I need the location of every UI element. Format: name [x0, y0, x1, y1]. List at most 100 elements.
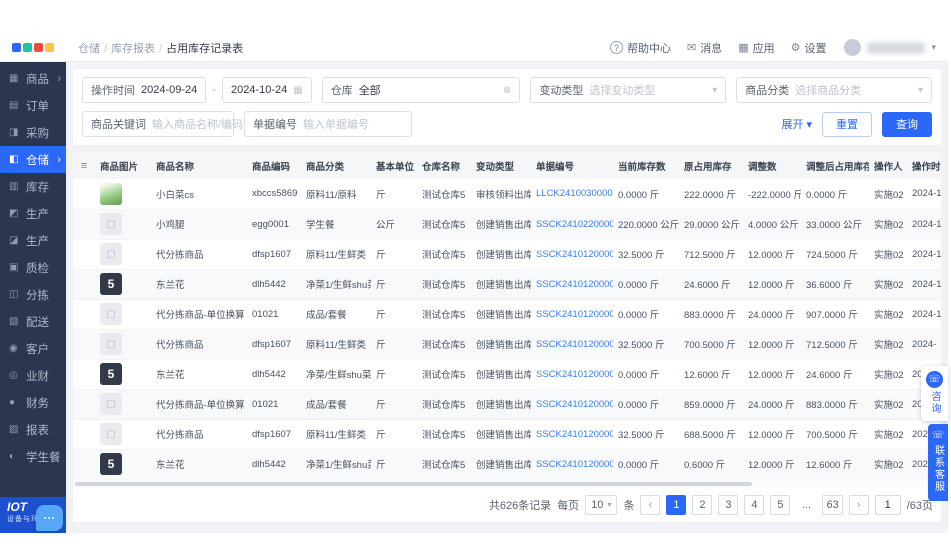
- expand-link[interactable]: 展开 ▾: [781, 116, 812, 132]
- next-page-button[interactable]: ›: [848, 494, 869, 515]
- cell-name: 东兰花: [156, 370, 185, 381]
- column-header: 原占用库存: [679, 152, 743, 179]
- menu-icon: ◎: [9, 370, 18, 381]
- page-jump-input[interactable]: [874, 494, 901, 515]
- breadcrumb-item[interactable]: 仓储: [78, 40, 100, 56]
- cell-change: 创建销售出库: [476, 250, 531, 261]
- category-select[interactable]: 商品分类 选择商品分类 ▾: [736, 77, 932, 103]
- cell-current: 0.0000 斤: [618, 189, 660, 201]
- sidebar-item-11[interactable]: ◉ 客户: [0, 335, 66, 362]
- sidebar-item-10[interactable]: ▧ 配送: [0, 308, 66, 335]
- sidebar-item-label: 业财: [26, 370, 49, 383]
- cell-adjust: 4.0000 公斤: [748, 220, 799, 231]
- doc-number-link[interactable]: SSCK24101200002: [536, 369, 613, 380]
- sidebar-item-1[interactable]: ▦ 商品 ›: [0, 65, 66, 92]
- per-page-select[interactable]: 10 ▾: [585, 494, 618, 515]
- contact-service-widget[interactable]: ☏ 联系客服: [928, 424, 948, 501]
- help-button[interactable]: ? 帮助中心: [609, 40, 671, 56]
- prev-page-button[interactable]: ‹: [640, 494, 661, 515]
- cell-category: 原料11/生鲜类: [306, 250, 367, 261]
- cell-unit: 斤: [376, 460, 386, 471]
- column-header: 商品图片: [95, 152, 151, 179]
- page-button-3[interactable]: 3: [718, 494, 739, 515]
- doc-number-link[interactable]: SSCK24102200001: [536, 219, 613, 230]
- sidebar-item-4[interactable]: ◧ 仓储 ›: [0, 146, 66, 173]
- keyword-input[interactable]: 商品关键词 输入商品名称/编码: [82, 111, 243, 137]
- per-page-label: 每页: [557, 499, 580, 512]
- settings-label: 设置: [804, 42, 827, 55]
- consult-widget[interactable]: ☏ 咨询: [921, 366, 948, 421]
- cell-name: 代分拣商品: [156, 250, 204, 261]
- chat-bubble[interactable]: ···: [36, 505, 63, 531]
- page-button-4[interactable]: 4: [744, 494, 765, 515]
- sidebar-item-8[interactable]: ▣ 质检: [0, 254, 66, 281]
- doc-number-link[interactable]: SSCK24101200003: [536, 309, 613, 320]
- cell-category: 原料11/生鲜类: [306, 430, 367, 441]
- reset-button[interactable]: 重置: [822, 111, 872, 137]
- doc-number-link[interactable]: SSCK24101200001: [536, 459, 613, 470]
- messages-button[interactable]: ✉ 消息: [687, 40, 722, 56]
- warehouse-label: 仓库: [330, 85, 353, 97]
- cell-adjust: 12.0000 斤: [748, 370, 795, 381]
- table-row: 5 东兰花 dlh5442 净菜1/生鲜shu菜类... 斤 测试仓库5 创建销售出库 SSC…: [73, 449, 941, 479]
- sidebar-item-7[interactable]: ◪ 生产: [0, 227, 66, 254]
- column-settings-icon[interactable]: ≡: [81, 160, 87, 172]
- doc-number-link[interactable]: SSCK24101200001: [536, 429, 613, 440]
- cell-unit: 斤: [376, 430, 386, 441]
- doc-number-link[interactable]: SSCK24101200004: [536, 249, 613, 260]
- cell-original: 688.5000 斤: [684, 430, 736, 441]
- scrollbar-thumb[interactable]: [75, 481, 753, 486]
- sidebar-item-2[interactable]: ▤ 订单: [0, 92, 66, 119]
- sidebar-item-9[interactable]: ◫ 分拣: [0, 281, 66, 308]
- doc-number-link[interactable]: SSCK24101200002: [536, 399, 613, 410]
- column-header: 单据编号: [531, 152, 613, 179]
- warehouse-select[interactable]: 仓库 全部 ⊗: [321, 77, 521, 103]
- cell-name: 东兰花: [156, 280, 185, 291]
- cell-adjust: 12.0000 斤: [748, 340, 795, 351]
- cell-after: 12.6000 斤: [806, 460, 853, 471]
- cell-warehouse: 测试仓库5: [422, 340, 466, 351]
- cell-after: 883.0000 斤: [806, 400, 858, 411]
- cell-category: 原料11/生鲜类: [306, 340, 367, 351]
- table-row: ▢ 代分拣商品 dfsp1607 原料11/生鲜类斤 测试仓库5 创建销售出库 SSCK24…: [73, 329, 941, 359]
- user-menu[interactable]: ▾: [844, 39, 936, 56]
- doc-number-link[interactable]: LLCK24100300001: [536, 188, 613, 199]
- apps-button[interactable]: ▦ 应用: [738, 40, 774, 56]
- date-to-input[interactable]: 2024-10-24 ▦: [221, 77, 312, 103]
- sidebar-item-13[interactable]: ● 财务: [0, 389, 66, 416]
- page-button-1[interactable]: 1: [666, 494, 687, 515]
- page-button-2[interactable]: 2: [692, 494, 713, 515]
- table-row: ▢ 小鸡腿 egg0001 学生餐 公斤 测试仓库5 创建销售出库 SSCK241022000…: [73, 209, 941, 239]
- clear-icon[interactable]: ⊗: [503, 85, 511, 96]
- search-button[interactable]: 查询: [882, 111, 932, 137]
- change-type-select[interactable]: 变动类型 选择变动类型 ▾: [530, 77, 727, 103]
- page-button-63[interactable]: 63: [822, 494, 843, 515]
- cell-unit: 斤: [376, 340, 386, 351]
- breadcrumb-item[interactable]: 库存报表: [104, 40, 155, 56]
- body: ▦ 商品 › ▤ 订单 ◨ 采购 ◧ 仓储 › ▥ 库存 ◩ 生产 ◪ 生产 ▣ 质检 ◫ 分拣 ▧ 配送 ◉ 客户 ◎ 业财 ● 财…: [0, 62, 948, 533]
- doc-number-link[interactable]: SSCK24101200003: [536, 339, 613, 350]
- cell-name: 小白菜cs: [156, 189, 195, 201]
- service-label: 联系客服: [932, 445, 944, 493]
- sidebar-item-6[interactable]: ◩ 生产: [0, 200, 66, 227]
- keyword-placeholder: 输入商品名称/编码: [152, 119, 244, 131]
- doc-number-input[interactable]: 单据编号 输入单据编号: [244, 111, 412, 137]
- cell-current: 32.5000 斤: [618, 340, 665, 351]
- menu-icon: ◪: [9, 235, 19, 246]
- sidebar-item-5[interactable]: ▥ 库存: [0, 173, 66, 200]
- sidebar-item-14[interactable]: ▨ 报表: [0, 416, 66, 443]
- cell-current: 32.5000 斤: [618, 250, 665, 261]
- cell-operator: 实施02: [874, 280, 904, 291]
- cell-category: 成品/套餐: [306, 400, 347, 411]
- date-from-input[interactable]: 操作时间 2024-09-24: [82, 77, 207, 103]
- sidebar-item-15[interactable]: ◐ 学生餐: [0, 443, 66, 470]
- sidebar-item-12[interactable]: ◎ 业财: [0, 362, 66, 389]
- settings-button[interactable]: ⚙ 设置: [791, 40, 827, 56]
- app-logo[interactable]: [0, 43, 66, 52]
- product-thumbnail: [100, 182, 122, 205]
- doc-number-link[interactable]: SSCK24101200003: [536, 279, 613, 290]
- cell-original: 12.6000 斤: [684, 370, 731, 381]
- cell-operator: 实施02: [874, 340, 904, 351]
- sidebar-item-3[interactable]: ◨ 采购: [0, 119, 66, 146]
- page-button-5[interactable]: 5: [770, 494, 791, 515]
